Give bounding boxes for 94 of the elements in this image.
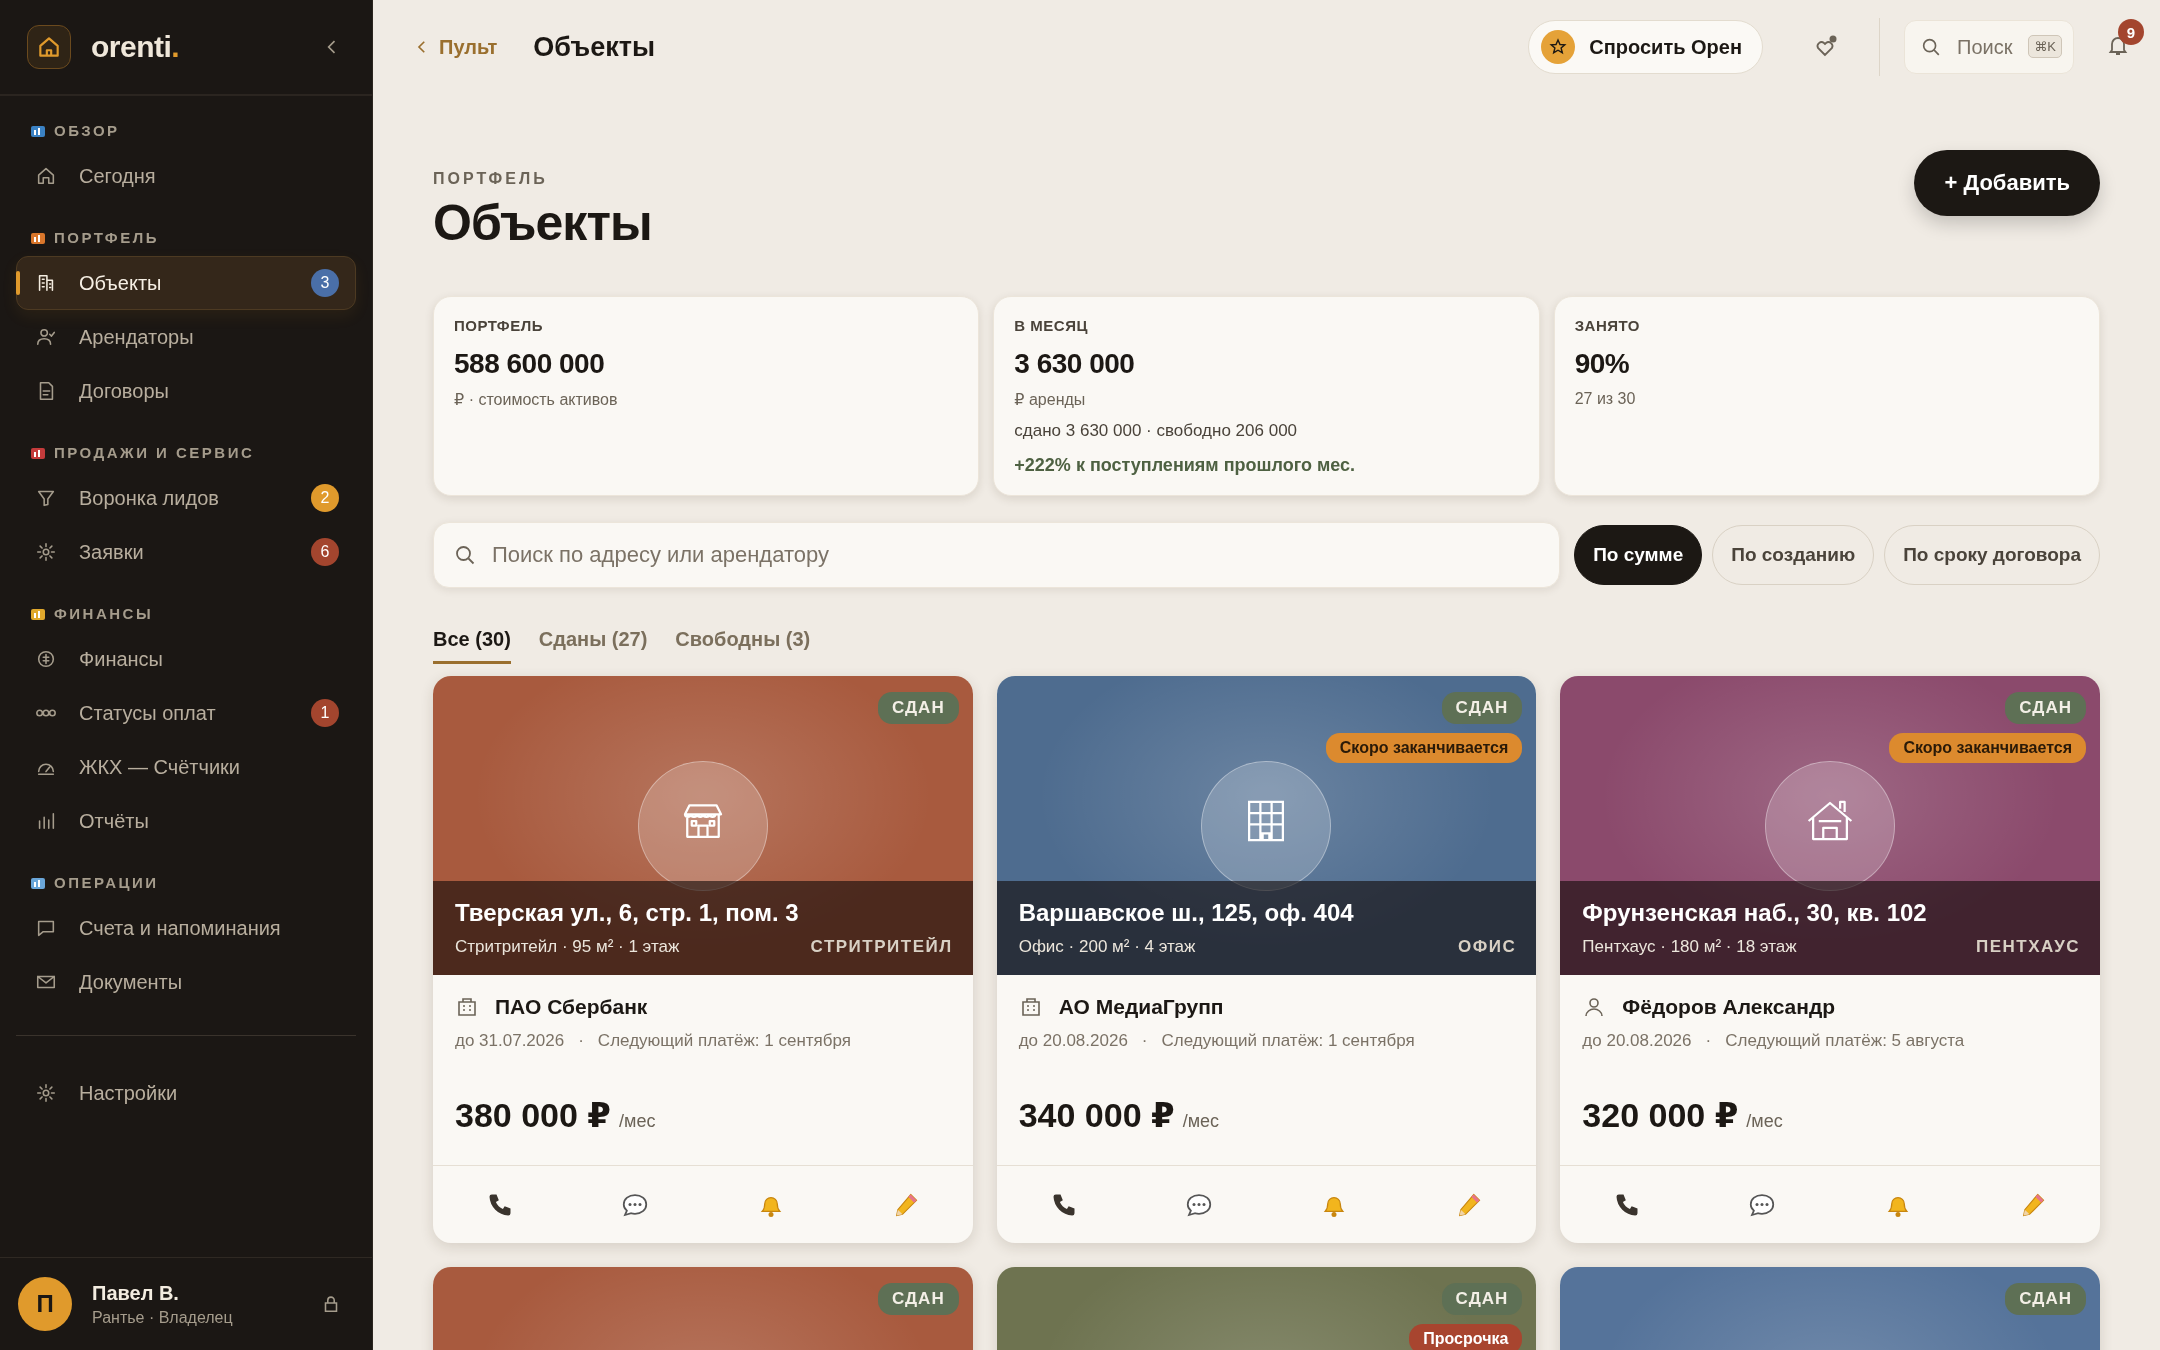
status-tag: Просрочка (1409, 1324, 1523, 1350)
stat-trend: +222% к поступлениям прошлого мес. (1014, 455, 1357, 476)
rent-price: 320 000 ₽ (1582, 1095, 1739, 1135)
section-heading: ПРОДАЖИ И СЕРВИС (54, 444, 255, 461)
stat-caption: ₽ · стоимость активов (454, 390, 619, 409)
section-heading: ОПЕРАЦИИ (54, 874, 159, 891)
nav-item[interactable]: Воронка лидов 2 (16, 471, 356, 525)
nav-item[interactable]: Документы (16, 955, 356, 1009)
nav-item[interactable]: Счета и напоминания (16, 901, 356, 955)
property-details: Пентхаус · 180 м² · 18 этаж (1582, 937, 1797, 957)
filter-tab[interactable]: Сданы (27) (538, 628, 648, 664)
section-eyebrow: ПОРТФЕЛЬ (433, 170, 549, 188)
nav-item[interactable]: Статусы оплат 1 (16, 686, 356, 740)
count-badge: 2 (311, 484, 339, 512)
status-tag: Скоро заканчивается (1325, 733, 1523, 763)
stat-caption: ₽ аренды (1014, 390, 1087, 409)
stat-value: 90% (1574, 348, 1631, 380)
property-address: Тверская ул., 6, стр. 1, пом. 3 (455, 899, 800, 927)
status-tag: СДАН (1441, 692, 1523, 724)
tenant-name: ПАО Сбербанк (495, 995, 648, 1019)
nav-item[interactable]: Объекты 3 (16, 256, 356, 310)
filter-tab[interactable]: Все (30) (433, 628, 511, 664)
price-unit: /мес (1182, 1111, 1220, 1132)
stat-label: ЗАНЯТО (1574, 317, 1641, 334)
property-details: Офис · 200 м² · 4 этаж (1018, 937, 1196, 957)
property-category: ПЕНТХАУС (1975, 937, 2080, 957)
count-badge: 1 (311, 699, 339, 727)
stat-value: 3 630 000 (1014, 348, 1136, 380)
section-heading: ОБЗОР (54, 122, 120, 139)
rent-price: 380 000 ₽ (455, 1095, 611, 1135)
next-payment: Следующий платёж: 1 сентября (597, 1031, 851, 1051)
ask-button[interactable]: Спросить Орен (1528, 20, 1763, 74)
property-card[interactable]: СДАН Скоро заканчивается Фрунзенская наб., 30, кв. 102 Пентхаус · 180 м² · 18 этаж ПЕНТХАУС Фёдоров Александр до 20.08.2026 · Следующий платёж: 5 августа 320 000 ₽ /мес (1560, 676, 2100, 1243)
section-heading: ФИНАНСЫ (54, 605, 154, 622)
nav-item[interactable]: Настройки (16, 1066, 356, 1120)
page-title: Объекты (533, 31, 656, 63)
separator-dot: · (578, 1031, 584, 1051)
next-payment: Следующий платёж: 5 августа (1725, 1031, 1965, 1051)
property-card[interactable]: СДАН Просрочка (996, 1267, 1537, 1350)
status-tag: СДАН (1441, 1283, 1523, 1315)
stat-label: ПОРТФЕЛЬ (454, 317, 544, 334)
notification-badge: 9 (2118, 19, 2144, 45)
separator-dot: · (1705, 1031, 1712, 1051)
back-link[interactable]: Пульт (413, 35, 510, 59)
search-field[interactable]: Поиск по адресу или арендатору (433, 522, 1561, 588)
page-heading: Объекты (433, 194, 652, 252)
price-unit: /мес (1746, 1111, 1783, 1132)
count-badge: 3 (311, 269, 339, 297)
nav-item[interactable]: Договоры (16, 364, 356, 418)
logo-text: orenti. (91, 30, 180, 64)
nav-item[interactable]: Арендаторы (16, 310, 356, 364)
sort-button[interactable]: По созданию (1712, 525, 1875, 585)
nav-item[interactable]: ЖКХ — Счётчики (16, 740, 356, 794)
property-category: СТРИТРИТЕЙЛ (810, 937, 953, 957)
status-tag: Скоро заканчивается (1889, 733, 2086, 763)
status-tag: СДАН (2005, 1283, 2086, 1315)
status-tag: СДАН (2005, 692, 2086, 724)
status-tag: СДАН (877, 1283, 959, 1315)
lease-end-date: до 31.07.2026 (455, 1031, 565, 1051)
next-payment: Следующий платёж: 1 сентября (1161, 1031, 1415, 1051)
add-button[interactable]: + Добавить (1914, 150, 2100, 216)
nav-item[interactable]: Заявки 6 (16, 525, 356, 579)
sort-button[interactable]: По сроку договора (1884, 525, 2100, 585)
property-address: Фрунзенская наб., 30, кв. 102 (1582, 899, 1928, 927)
property-category: ОФИС (1458, 937, 1517, 957)
section-heading: ПОРТФЕЛЬ (54, 229, 159, 246)
property-card[interactable]: СДАН Скоро заканчивается Варшавское ш., 125, оф. 404 Офис · 200 м² · 4 этаж ОФИС АО МедиаГрупп до 20.08.2026 · Следующий платёж: 1 сентября 340 000 ₽ /мес (996, 676, 1537, 1243)
separator-dot: · (1141, 1031, 1148, 1051)
count-badge: 6 (311, 538, 339, 566)
nav-item[interactable]: Финансы (16, 632, 356, 686)
property-card[interactable]: СДАН (1560, 1267, 2100, 1350)
status-tag: СДАН (877, 692, 959, 724)
filter-tab[interactable]: Свободны (3) (675, 628, 811, 664)
avatar[interactable]: П (18, 1277, 72, 1331)
stat-caption: 27 из 30 (1574, 390, 1637, 408)
rent-price: 340 000 ₽ (1018, 1095, 1175, 1135)
stat-label: В МЕСЯЦ (1014, 317, 1089, 334)
property-card[interactable]: СДАН Тверская ул., 6, стр. 1, пом. 3 Стритритейл · 95 м² · 1 этаж СТРИТРИТЕЙЛ ПАО Сбербанк до 31.07.2026 · Следующий платёж: 1 сентября 380 000 ₽ /мес (433, 676, 973, 1243)
user-name: Павел В. (92, 1281, 180, 1305)
property-card[interactable]: СДАН (433, 1267, 973, 1350)
lease-end-date: до 20.08.2026 (1582, 1031, 1692, 1051)
nav-item[interactable]: Отчёты (16, 794, 356, 848)
tenant-name: АО МедиаГрупп (1058, 995, 1224, 1019)
lease-end-date: до 20.08.2026 (1018, 1031, 1128, 1051)
nav-item[interactable]: Сегодня (16, 149, 356, 203)
stat-value: 588 600 000 (454, 348, 606, 380)
price-unit: /мес (619, 1111, 656, 1132)
tenant-name: Фёдоров Александр (1622, 995, 1836, 1019)
property-address: Варшавское ш., 125, оф. 404 (1018, 899, 1355, 927)
user-role: Рантье · Владелец (92, 1308, 234, 1327)
sort-button[interactable]: По сумме (1574, 525, 1703, 585)
stat-detail: сдано 3 630 000 · свободно 206 000 (1014, 421, 1299, 441)
property-details: Стритритейл · 95 м² · 1 этаж (455, 937, 680, 957)
shortcut-hint: ⌘K (2028, 35, 2062, 58)
